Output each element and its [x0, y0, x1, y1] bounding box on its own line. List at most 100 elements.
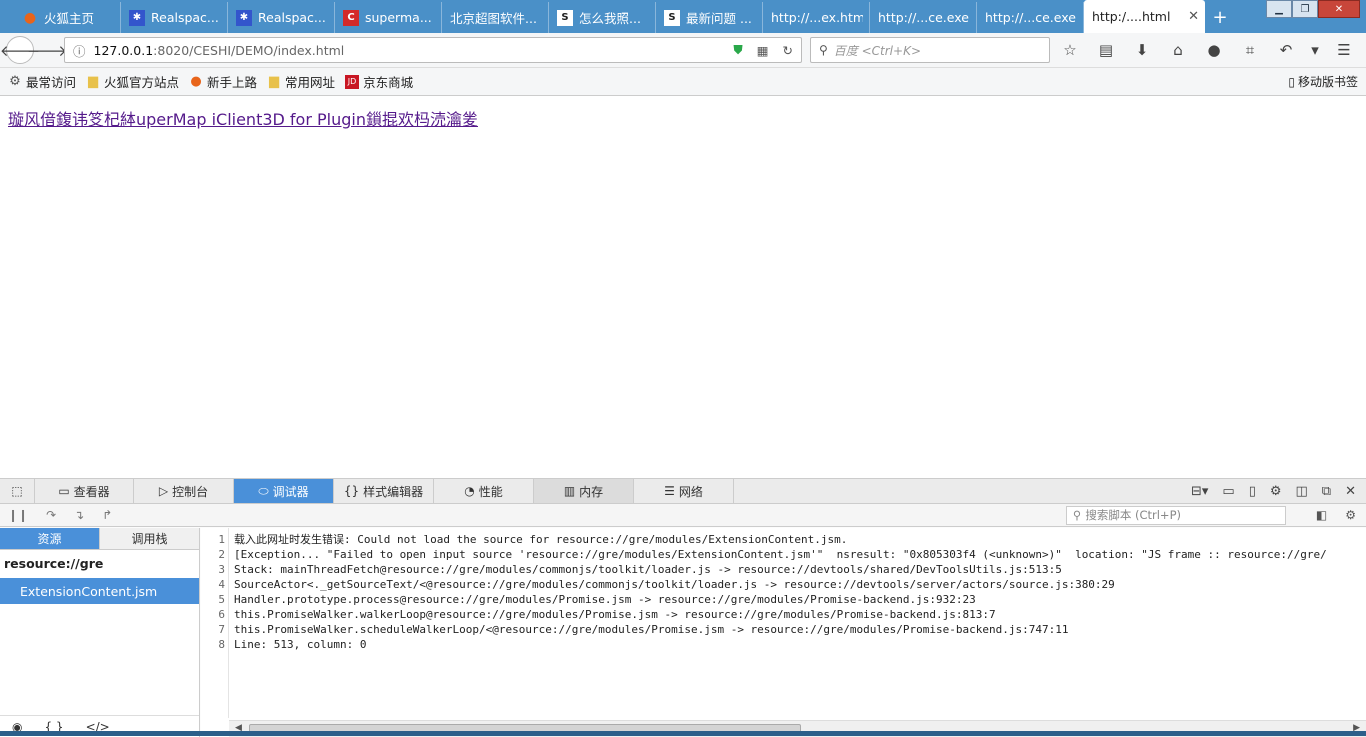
layout-icon[interactable]: ⊟▾ — [1191, 484, 1208, 499]
gear-icon[interactable]: ⚙ — [1270, 484, 1282, 499]
tab-6[interactable]: S 怎么我照... — [549, 2, 656, 33]
tab-2[interactable]: ✱ Realspac... — [121, 2, 228, 33]
step-out-icon[interactable]: ↱ — [102, 508, 112, 522]
debugger-options-icon[interactable]: ⚙ — [1345, 508, 1356, 522]
mobile-bookmarks[interactable]: ▯ 移动版书签 — [1288, 73, 1366, 90]
tab-label: http://...ce.exe — [878, 10, 969, 25]
tab-1[interactable]: ● 火狐主页 — [14, 2, 121, 33]
devtools-tab-label: 内存 — [579, 484, 604, 499]
search-input[interactable]: ⚲ 百度 <Ctrl+K> — [810, 37, 1050, 63]
search-icon: ⚲ — [1072, 508, 1082, 522]
line-number[interactable]: 3 — [201, 562, 228, 577]
bookmark-2[interactable]: ▆ 火狐官方站点 — [86, 72, 179, 91]
close-tab-icon[interactable]: ✕ — [1182, 9, 1199, 24]
close-window-button[interactable]: ✕ — [1318, 0, 1360, 18]
qr-code-icon[interactable]: ▦ — [757, 43, 769, 58]
tab-label: superma... — [365, 10, 432, 25]
step-in-icon[interactable]: ↴ — [74, 508, 84, 522]
tab-callstack[interactable]: 调用栈 — [99, 528, 199, 549]
tab-5[interactable]: 北京超图软件... — [442, 2, 549, 33]
bookmarks-container: ⚙ 最常访问 ▆ 火狐官方站点 ● 新手上路 ▆ 常用网址 JD 京东商城 — [8, 72, 423, 91]
gear-icon: ⚙ — [9, 74, 21, 89]
bookmark-5[interactable]: JD 京东商城 — [345, 72, 413, 91]
plugin-download-link[interactable]: 璇风偣鍑讳笅杞絊uperMap iClient3D for Plugin鎻掍欢杩… — [8, 106, 478, 130]
step-over-icon[interactable]: ↷ — [46, 508, 56, 522]
search-scripts-placeholder: 搜索脚本 (Ctrl+P) — [1085, 508, 1181, 522]
url-bar[interactable]: ⓘ 127.0.0.1:8020/CESHI/DEMO/index.html ⛊… — [64, 37, 802, 63]
tab-7[interactable]: S 最新问题 ... — [656, 2, 763, 33]
code-line: this.PromiseWalker.walkerLoop@resource:/… — [234, 608, 996, 621]
window-controls: ▁ ❐ ✕ — [1266, 0, 1360, 18]
bookmark-1[interactable]: ⚙ 最常访问 — [8, 72, 76, 91]
reload-icon[interactable]: ↻ — [783, 43, 793, 58]
taskbar — [0, 731, 1366, 736]
line-number[interactable]: 4 — [201, 577, 228, 592]
responsive-icon[interactable]: ▯ — [1249, 484, 1256, 499]
folder-icon: ▆ — [88, 74, 99, 89]
source-root[interactable]: resource://gre — [0, 550, 199, 576]
forward-button[interactable]: 🡒 — [27, 37, 67, 63]
pause-icon[interactable]: ❙❙ — [8, 508, 28, 522]
line-number[interactable]: 6 — [201, 607, 228, 622]
devtools-tab-memory[interactable]: ▥ 内存 — [534, 479, 634, 503]
tab-8[interactable]: http://...ex.html — [763, 2, 870, 33]
new-tab-button[interactable]: + — [1205, 2, 1235, 33]
shield-icon[interactable]: ⛊ — [733, 42, 742, 58]
tab-label: 最新问题 ... — [686, 11, 752, 26]
tab-resources[interactable]: 资源 — [0, 528, 99, 549]
dock-side-icon[interactable]: ◫ — [1296, 484, 1308, 499]
tab-label: 火狐主页 — [44, 11, 95, 26]
code-line: SourceActor<._getSourceText/<@resource:/… — [234, 578, 1115, 591]
line-number[interactable]: 8 — [201, 637, 228, 652]
home-icon[interactable]: ⌂ — [1164, 41, 1192, 59]
tab-4[interactable]: Csuperma... — [335, 2, 442, 33]
menu-icon[interactable]: ☰ — [1330, 41, 1358, 59]
source-editor[interactable]: 12345678 载入此网址时发生错误: Could not load the … — [201, 528, 1366, 737]
bookmark-label: 最常访问 — [26, 75, 77, 90]
tab-label: http:/....html — [1092, 9, 1171, 24]
line-number[interactable]: 5 — [201, 592, 228, 607]
tab-10[interactable]: http://...ce.exe — [977, 2, 1084, 33]
tab-9[interactable]: http://...ce.exe — [870, 2, 977, 33]
maximize-button[interactable]: ❐ — [1292, 0, 1318, 18]
close-devtools-icon[interactable]: ✕ — [1345, 484, 1356, 499]
bookmark-4[interactable]: ▆ 常用网址 — [267, 72, 335, 91]
devtools-tab-inspector[interactable]: ▭ 查看器 — [35, 479, 134, 503]
line-number[interactable]: 7 — [201, 622, 228, 637]
split-console-icon[interactable]: ▭ — [1222, 484, 1234, 499]
memory-icon: ▥ — [563, 484, 576, 498]
info-icon[interactable]: ⓘ — [73, 41, 86, 60]
firefox-icon: ● — [23, 9, 37, 26]
devtools-toolbar-right: ⊟▾ ▭ ▯ ⚙ ◫ ⧉ ✕ — [1191, 479, 1366, 503]
devtools-tab-network[interactable]: ☰ 网络 — [634, 479, 734, 503]
devtools-tab-console[interactable]: ▷ 控制台 — [134, 479, 234, 503]
undo-icon[interactable]: ↶ — [1272, 41, 1300, 59]
pick-element-button[interactable]: ⬚ — [0, 479, 35, 503]
source-file[interactable]: ExtensionContent.jsm — [0, 578, 199, 604]
page-content: 璇风偣鍑讳笅杞絊uperMap iClient3D for Plugin鎻掍欢杩… — [0, 97, 1366, 478]
minimize-button[interactable]: ▁ — [1266, 0, 1292, 18]
download-icon[interactable]: ⬇ — [1128, 41, 1156, 59]
tab-3[interactable]: ✱ Realspac... — [228, 2, 335, 33]
devtools-panel: ⬚ ▭ 查看器 ▷ 控制台 ⬭ 调试器{} 样式编辑器 ◔ 性能 ▥ 内存 ☰ 网络 ⊟▾ ▭ ▯ ⚙ … — [0, 478, 1366, 737]
dropdown-icon[interactable]: ▾ — [1308, 41, 1322, 59]
devtools-tab-debugger[interactable]: ⬭ 调试器 — [234, 479, 334, 503]
toggle-pane-icon[interactable]: ◧ — [1316, 508, 1327, 522]
line-number[interactable]: 1 — [201, 532, 228, 547]
line-number[interactable]: 2 — [201, 547, 228, 562]
code-line: [Exception... "Failed to open input sour… — [234, 548, 1327, 561]
sources-pane: 资源 调用栈 resource://gre ExtensionContent.j… — [0, 528, 200, 737]
crop-icon[interactable]: ⌗ — [1236, 41, 1264, 59]
bookmark-3[interactable]: ● 新手上路 — [189, 72, 257, 91]
devtools-tab-style-editor[interactable]: {} 样式编辑器 — [334, 479, 434, 503]
chat-icon[interactable]: ● — [1200, 41, 1228, 59]
bookmark-star-icon[interactable]: ☆ — [1056, 41, 1084, 59]
reading-list-icon[interactable]: ▤ — [1092, 41, 1120, 59]
search-scripts-input[interactable]: ⚲ 搜索脚本 (Ctrl+P) — [1065, 505, 1286, 525]
network-icon: ☰ — [664, 484, 675, 498]
undock-icon[interactable]: ⧉ — [1322, 484, 1331, 499]
tabs-container: ● 火狐主页 ✱ Realspac... ✱ Realspac... Csuperma...… — [0, 0, 1084, 33]
tab-active[interactable]: http:/....html ✕ — [1084, 0, 1205, 33]
devtools-tab-performance[interactable]: ◔ 性能 — [434, 479, 534, 503]
tab-label: http://...ce.exe — [985, 10, 1076, 25]
